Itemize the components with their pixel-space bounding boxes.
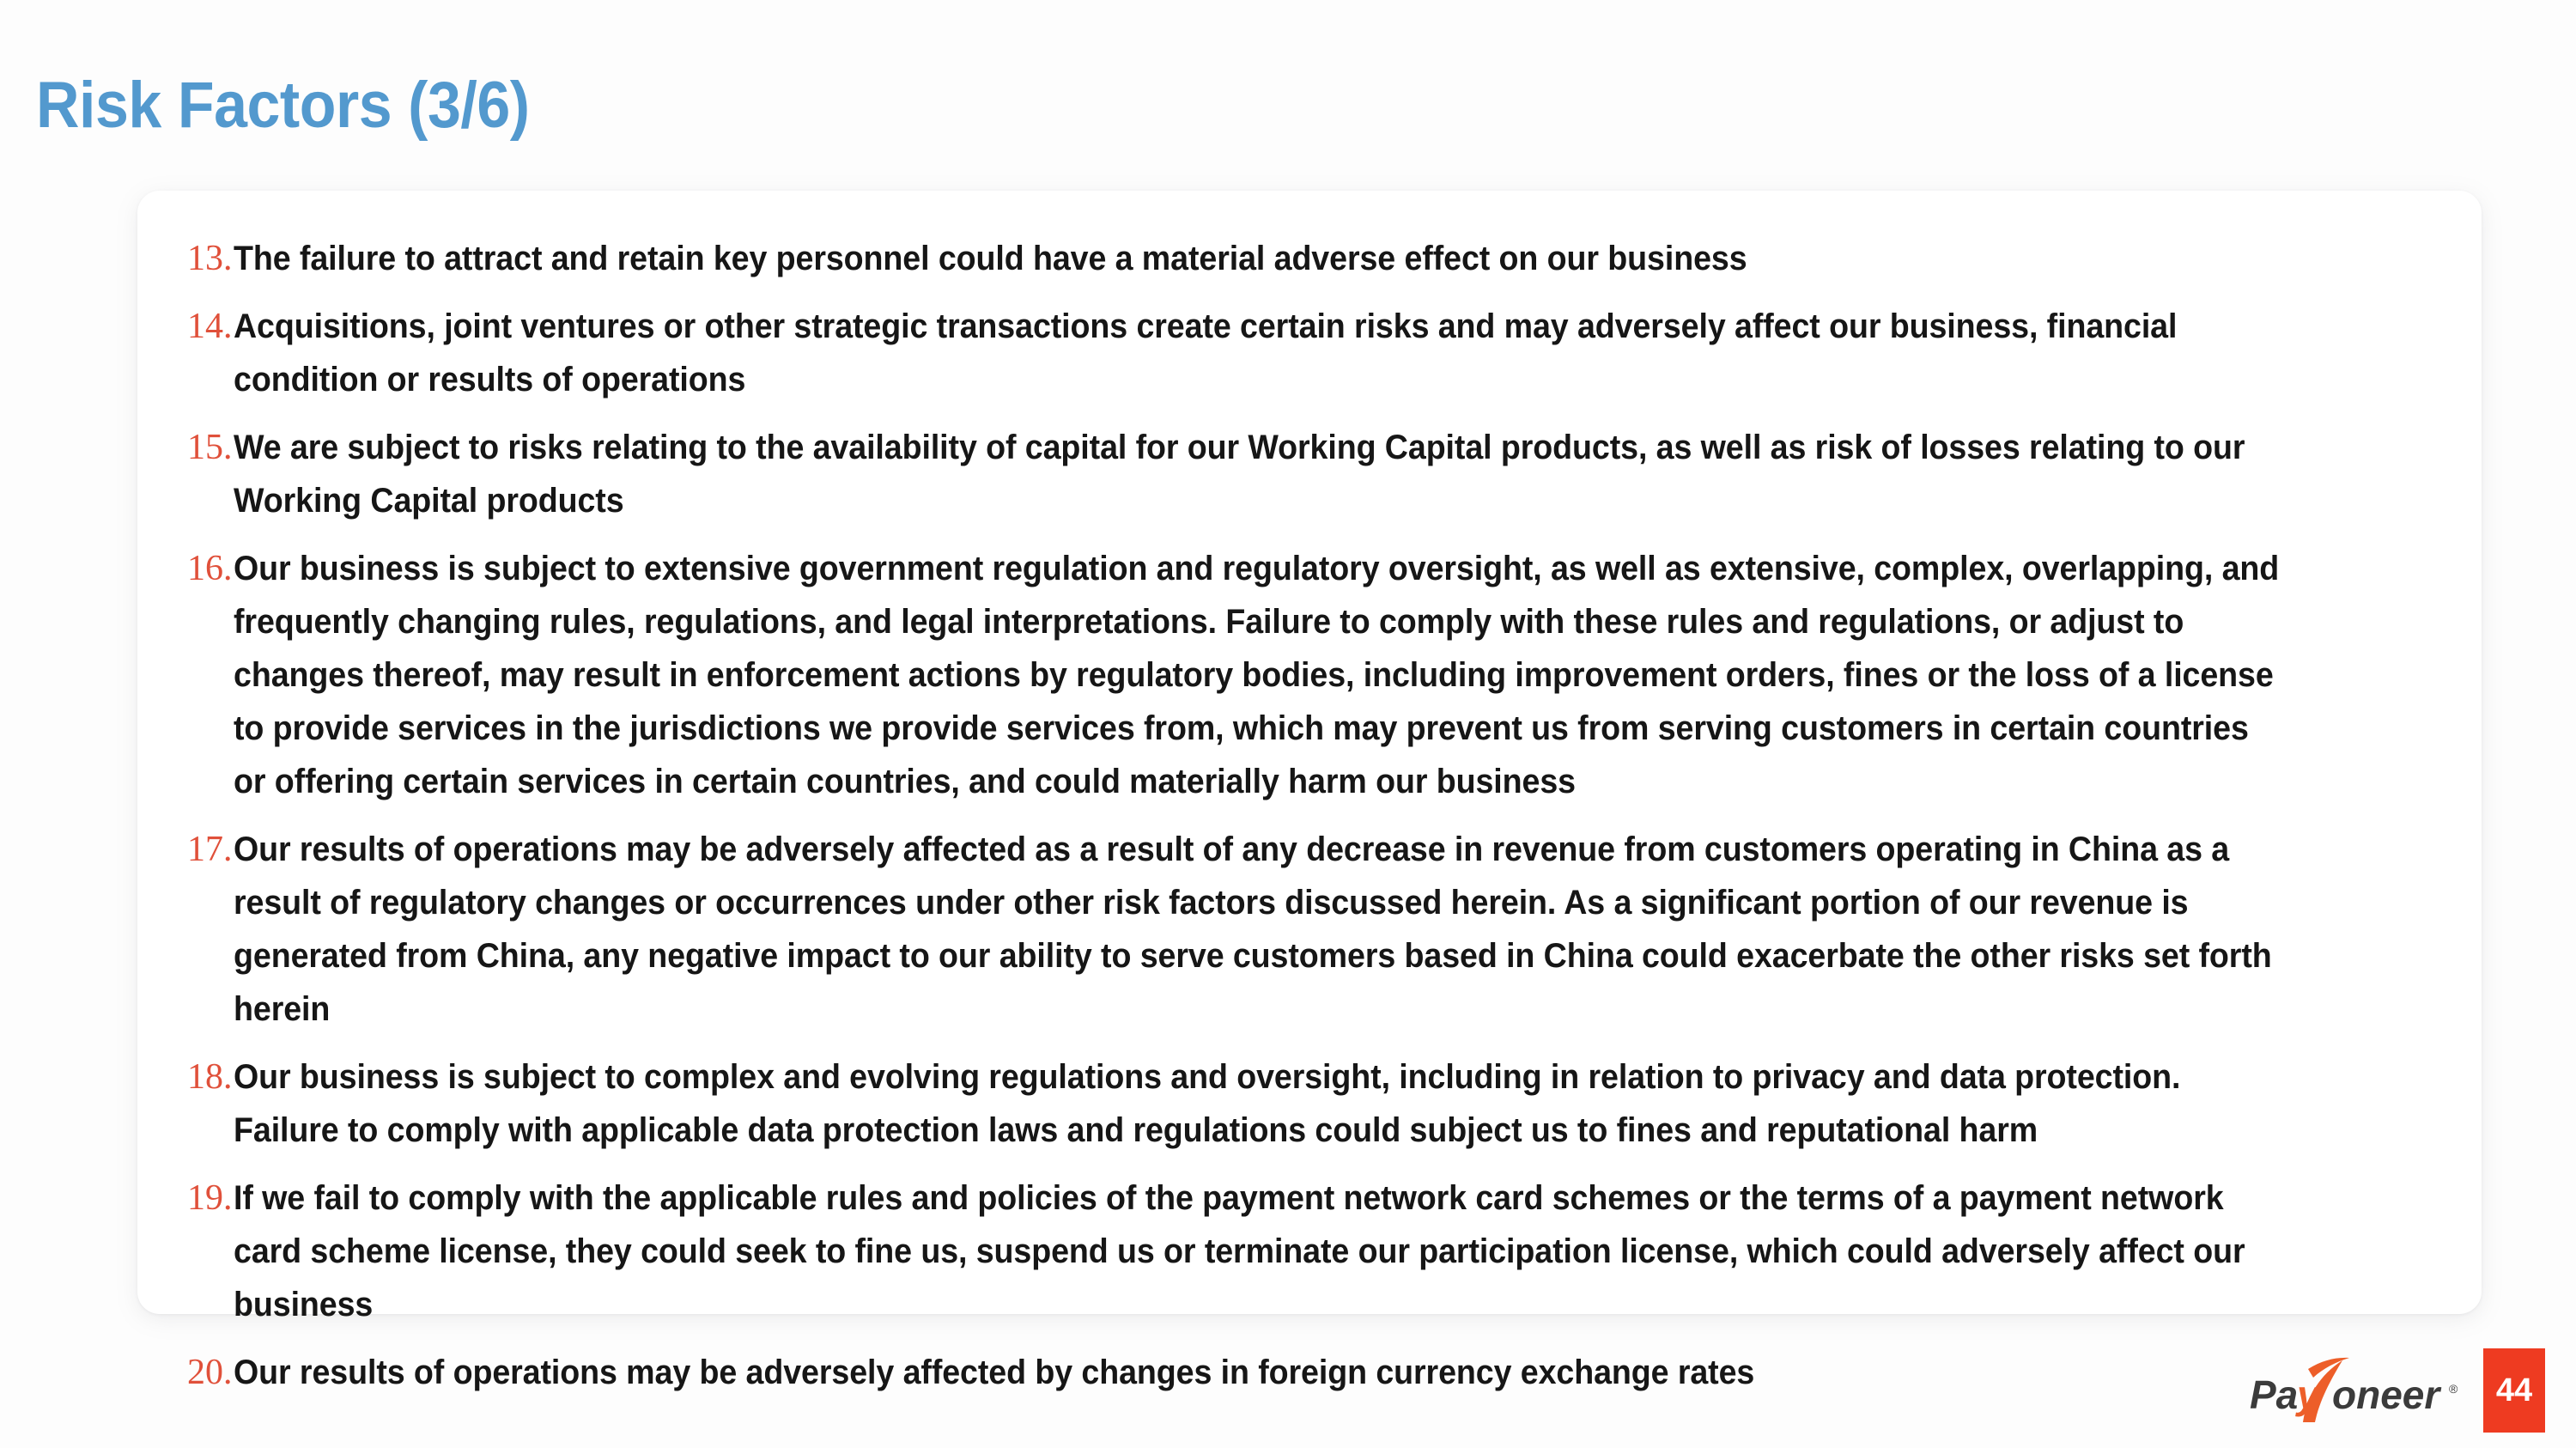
risk-item-number: 19. (187, 1178, 233, 1218)
risk-item-text: We are subject to risks relating to the … (234, 429, 2245, 520)
risk-item-text: Our business is subject to complex and e… (234, 1058, 2181, 1149)
risk-item: 17. Our results of operations may be adve… (137, 823, 2447, 1036)
risk-item-number: 13. (187, 239, 233, 278)
risk-item: 20. Our results of operations may be adve… (137, 1346, 2447, 1399)
risk-item: 14. Acquisitions, joint ventures or other… (137, 300, 2447, 406)
slide-footer: Pa oneer y ® 44 (2250, 1348, 2545, 1433)
risk-item: 13. The failure to attract and retain key… (137, 232, 2447, 285)
risk-item-number: 18. (187, 1057, 233, 1097)
page-title: Risk Factors (3/6) (36, 68, 530, 142)
payoneer-logo: Pa oneer y ® (2250, 1357, 2458, 1422)
risk-item: 15. We are subject to risks relating to t… (137, 421, 2447, 527)
risk-item-text: Our business is subject to extensive gov… (234, 550, 2280, 800)
risk-item-text: The failure to attract and retain key pe… (234, 240, 1747, 277)
risk-item-number: 15. (187, 428, 233, 467)
risk-item-number: 17. (187, 830, 233, 869)
risk-item-text: If we fail to comply with the applicable… (234, 1179, 2245, 1323)
risk-item: 19. If we fail to comply with the applica… (137, 1171, 2447, 1331)
svg-text:®: ® (2449, 1382, 2458, 1396)
page-number-label: 44 (2495, 1372, 2533, 1408)
risk-item: 18. Our business is subject to complex an… (137, 1050, 2447, 1157)
risk-item-number: 20. (187, 1353, 233, 1392)
risk-factors-card: 13. The failure to attract and retain key… (137, 191, 2482, 1392)
svg-text:Pa: Pa (2250, 1372, 2298, 1417)
risk-item: 16. Our business is subject to extensive … (137, 542, 2447, 808)
risk-item-number: 16. (187, 549, 233, 588)
risk-item-text: Our results of operations may be adverse… (234, 830, 2272, 1028)
risk-item-text: Our results of operations may be adverse… (234, 1354, 1755, 1391)
risk-item-text: Acquisitions, joint ventures or other st… (234, 307, 2178, 399)
risk-item-number: 14. (187, 307, 233, 346)
slide-root: Risk Factors (3/6) 13. The failure to att… (0, 0, 2576, 1448)
page-number-badge: 44 (2483, 1348, 2545, 1433)
risk-factors-list: 13. The failure to attract and retain key… (137, 191, 2482, 1392)
svg-text:oneer: oneer (2332, 1372, 2441, 1417)
